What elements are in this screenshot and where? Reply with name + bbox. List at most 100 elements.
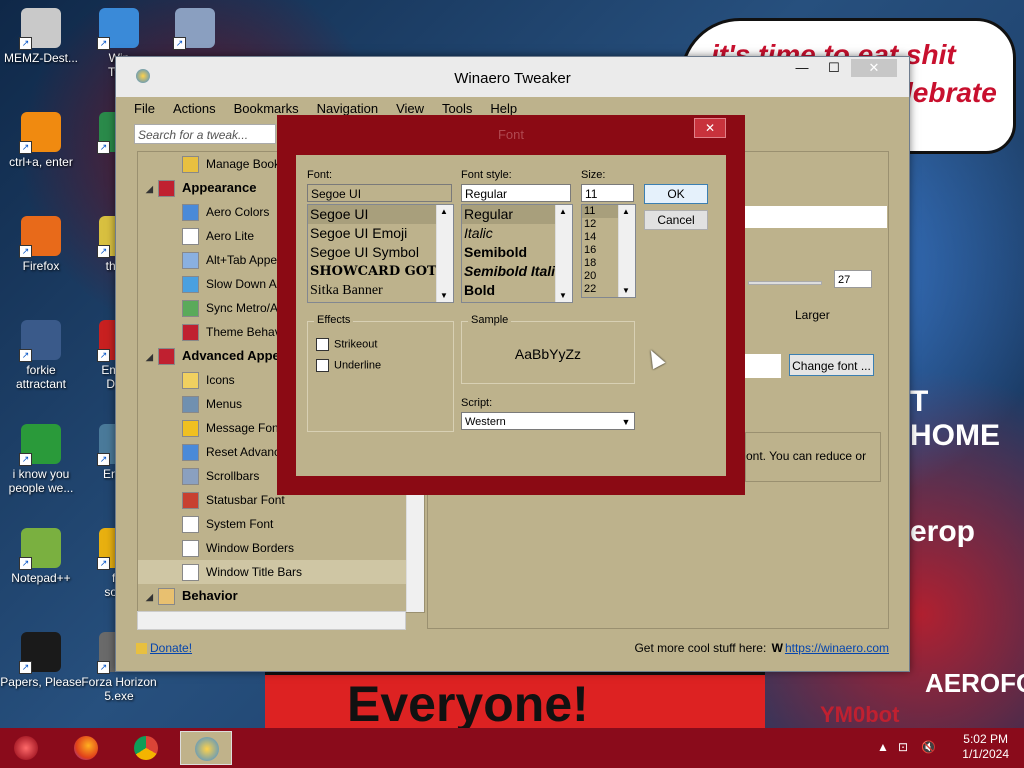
menu-actions[interactable]: Actions bbox=[173, 101, 216, 116]
list-item[interactable]: Segoe UI bbox=[308, 205, 453, 224]
app-icon: ↗ bbox=[19, 8, 61, 50]
change-font-button[interactable]: Change font ... bbox=[789, 354, 874, 376]
winaero-link[interactable]: https://winaero.com bbox=[785, 641, 889, 655]
desktop-icon[interactable]: ↗ Notepad++ bbox=[0, 528, 82, 585]
expand-arrow-icon[interactable]: ◢ bbox=[146, 177, 158, 201]
desktop-icon[interactable]: ↗ forkie attractant bbox=[0, 320, 82, 391]
tree-item-icon bbox=[158, 180, 175, 198]
tree-item-label: Window Borders bbox=[206, 541, 295, 555]
tree-item-icon bbox=[182, 396, 199, 414]
ok-button[interactable]: OK bbox=[644, 184, 708, 204]
tree-category[interactable]: ◢ Behavior bbox=[138, 584, 424, 608]
chrome-icon bbox=[134, 736, 158, 760]
tree-item-icon bbox=[182, 444, 199, 462]
minimize-button[interactable]: — bbox=[787, 59, 817, 77]
expand-arrow-icon[interactable]: ◢ bbox=[146, 345, 158, 369]
tree-item-label: Aero Colors bbox=[206, 205, 270, 219]
close-button[interactable]: ✕ bbox=[851, 59, 897, 77]
scroll-down-icon[interactable]: ▼ bbox=[622, 286, 630, 295]
dialog-title: Font bbox=[497, 127, 524, 142]
font-list[interactable]: Segoe UI Segoe UI Emoji Segoe UI Symbol SHO… bbox=[307, 204, 454, 303]
shortcut-arrow-icon: ↗ bbox=[97, 349, 110, 362]
maximize-button[interactable]: ☐ bbox=[819, 59, 849, 77]
scroll-down-icon[interactable]: ▼ bbox=[559, 291, 567, 300]
font-style-input[interactable]: Regular bbox=[461, 184, 571, 202]
network-icon[interactable]: ⊡ bbox=[898, 740, 908, 754]
clock[interactable]: 5:02 PM 1/1/2024 bbox=[962, 732, 1009, 762]
desktop-icon[interactable]: ↗ ctrl+a, enter bbox=[0, 112, 82, 169]
search-input[interactable]: Search for a tweak... bbox=[134, 124, 276, 144]
shortcut-arrow-icon: ↗ bbox=[19, 349, 32, 362]
list-item[interactable]: Segoe UI Symbol bbox=[308, 243, 453, 262]
chevron-down-icon[interactable]: ▼ bbox=[618, 413, 634, 429]
strikeout-checkbox[interactable]: Strikeout bbox=[316, 338, 377, 351]
description-box: ont. You can reduce or bbox=[745, 432, 881, 482]
size-input[interactable]: 11 bbox=[581, 184, 634, 202]
shortcut-arrow-icon: ↗ bbox=[19, 661, 32, 674]
list-item[interactable]: Sitka Banner bbox=[308, 281, 453, 300]
speech-line-2: lebrate bbox=[905, 77, 997, 108]
size-list-scrollbar[interactable]: ▲ ▼ bbox=[618, 205, 635, 297]
font-name-input[interactable]: Segoe UI bbox=[307, 184, 452, 202]
desktop-icon[interactable]: ↗ Papers, Please bbox=[0, 632, 82, 689]
desktop-icon[interactable]: ↗ bbox=[154, 8, 236, 51]
tree-horizontal-scrollbar[interactable] bbox=[137, 611, 406, 630]
volume-muted-icon[interactable]: 🔇 bbox=[921, 740, 936, 754]
menu-bookmarks[interactable]: Bookmarks bbox=[234, 101, 299, 116]
desktop-icon[interactable]: ↗ Firefox bbox=[0, 216, 82, 273]
start-button[interactable] bbox=[0, 731, 52, 765]
desktop-icon-label: forkie attractant bbox=[15, 363, 67, 391]
tray-chevron-up-icon[interactable]: ▲ bbox=[877, 740, 889, 754]
menu-help[interactable]: Help bbox=[490, 101, 517, 116]
menu-navigation[interactable]: Navigation bbox=[317, 101, 378, 116]
desktop-icon-label: MEMZ-Dest... bbox=[4, 51, 78, 65]
dialog-close-button[interactable]: ✕ bbox=[694, 118, 726, 138]
effects-group: Effects Strikeout Underline bbox=[307, 314, 454, 432]
clock-time: 5:02 PM bbox=[963, 732, 1008, 746]
script-select[interactable]: Western ▼ bbox=[461, 412, 635, 430]
tree-item-label: Aero Lite bbox=[206, 229, 255, 243]
desktop-icon[interactable]: ↗ MEMZ-Dest... bbox=[0, 8, 82, 65]
cancel-button[interactable]: Cancel bbox=[644, 210, 708, 230]
tree-item-icon bbox=[182, 492, 199, 510]
size-slider[interactable] bbox=[748, 281, 822, 285]
checkbox-icon[interactable] bbox=[316, 359, 329, 372]
list-item[interactable]: SHOWCARD GOTHI bbox=[308, 262, 453, 281]
scroll-up-icon[interactable]: ▲ bbox=[559, 207, 567, 216]
style-list-scrollbar[interactable]: ▲ ▼ bbox=[555, 205, 572, 302]
taskbar-firefox[interactable] bbox=[60, 731, 112, 765]
size-list[interactable]: 11 12 14 16 18 20 22 ▲ ▼ bbox=[581, 204, 636, 298]
app-icon: ↗ bbox=[19, 528, 61, 570]
shortcut-arrow-icon: ↗ bbox=[97, 557, 110, 570]
menu-file[interactable]: File bbox=[134, 101, 155, 116]
title-bar[interactable]: Winaero Tweaker — ☐ ✕ bbox=[116, 57, 909, 97]
checkbox-icon[interactable] bbox=[316, 338, 329, 351]
list-item[interactable]: Segoe UI Emoji bbox=[308, 224, 453, 243]
desktop-icon-label: ctrl+a, enter bbox=[9, 155, 73, 169]
tree-item[interactable]: Window Title Bars bbox=[138, 560, 424, 584]
sample-group: Sample AaBbYyZz bbox=[461, 314, 635, 384]
tree-item-icon bbox=[158, 588, 175, 606]
winaero-icon bbox=[195, 737, 219, 761]
scroll-up-icon[interactable]: ▲ bbox=[622, 207, 630, 216]
tree-item-label: System Font bbox=[206, 517, 274, 531]
tree-item-label: Advanced Appea bbox=[182, 348, 287, 363]
font-list-scrollbar[interactable]: ▲ ▼ bbox=[436, 205, 453, 302]
app-icon: ↗ bbox=[19, 216, 61, 258]
menu-tools[interactable]: Tools bbox=[442, 101, 472, 116]
scroll-down-icon[interactable]: ▼ bbox=[440, 291, 448, 300]
shortcut-arrow-icon: ↗ bbox=[97, 661, 110, 674]
underline-checkbox[interactable]: Underline bbox=[316, 359, 381, 372]
desktop-icon[interactable]: ↗ i know you people we... bbox=[0, 424, 82, 495]
font-style-list[interactable]: Regular Italic Semibold Semibold Italic Bold… bbox=[461, 204, 573, 303]
expand-arrow-icon[interactable]: ◢ bbox=[146, 585, 158, 609]
menu-view[interactable]: View bbox=[396, 101, 424, 116]
taskbar-winaero[interactable] bbox=[180, 731, 232, 765]
tree-item[interactable]: Window Borders bbox=[138, 536, 424, 560]
tree-item[interactable]: System Font bbox=[138, 512, 424, 536]
donate-link[interactable]: Donate! bbox=[150, 641, 192, 655]
taskbar-chrome[interactable] bbox=[120, 731, 172, 765]
font-preview-field bbox=[745, 354, 781, 378]
size-spinner[interactable]: 27 bbox=[834, 270, 872, 288]
scroll-up-icon[interactable]: ▲ bbox=[440, 207, 448, 216]
